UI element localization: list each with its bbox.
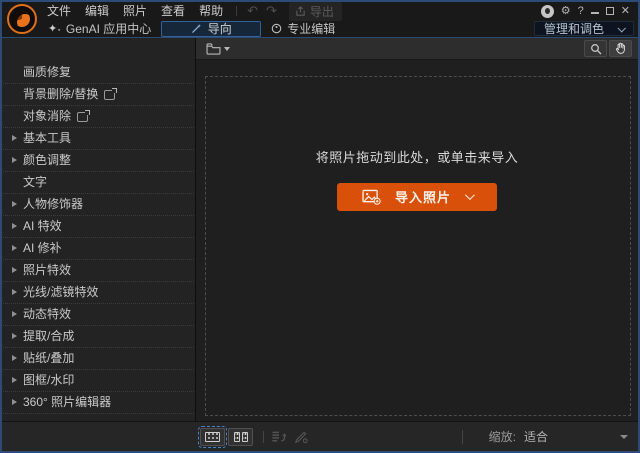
expand-triangle-icon [12,311,17,317]
single-view-icon [205,431,220,442]
expand-triangle-icon [12,223,17,229]
expand-triangle-icon [12,355,17,361]
chevron-down-icon [464,190,475,201]
drop-hint-text: 将照片拖动到此处，或单击来导入 [315,149,519,165]
sidebar-item-label: 背景删除/替换 [23,87,99,101]
app-logo-icon [7,4,37,34]
expand-triangle-icon [12,201,17,207]
zoom-level-dropdown[interactable]: 适合 [524,428,628,445]
status-bar: 缩放: 适合 [2,421,638,451]
sidebar-item-3[interactable]: 基本工具 [3,128,194,150]
sidebar-item-label: 光线/滤镜特效 [23,285,99,299]
menu-item-2[interactable]: 照片 [116,2,154,20]
expand-triangle-icon [12,135,17,141]
guided-modules-sidebar: 画质修复背景删除/替换 对象消除基本工具颜色调整文字人物修饰器 AI 特效 AI 修补… [2,38,196,421]
sidebar-item-10[interactable]: 光线/滤镜特效 [3,282,194,304]
sidebar-item-11[interactable]: 动态特效 [3,304,194,326]
single-view-button[interactable] [198,425,227,448]
sidebar-item-12[interactable]: 提取/合成 [3,326,194,348]
sidebar-item-6[interactable]: 人物修饰器 [3,194,194,216]
sidebar-item-2[interactable]: 对象消除 [3,106,194,128]
content-area: 将照片拖动到此处，或单击来导入 导入照片 [196,38,638,421]
import-photos-button[interactable]: 导入照片 [337,182,497,211]
menu-item-0[interactable]: 文件 [40,2,78,20]
import-photos-label: 导入照片 [394,190,451,205]
sidebar-item-label: 画质修复 [23,65,72,79]
genai-badge-icon [104,87,118,100]
sidebar-item-5[interactable]: 文字 [3,172,194,194]
sidebar-item-label: 文字 [23,175,48,189]
sidebar-item-label: 动态特效 [23,307,72,321]
photo-canvas: 将照片拖动到此处，或单击来导入 导入照片 [196,60,638,421]
zoom-control: 缩放: 适合 [461,428,628,445]
sidebar-item-14[interactable]: 图框/水印 [3,370,194,392]
divider [461,429,463,444]
sidebar-item-label: 人物修饰器 [23,197,84,211]
sidebar-item-4[interactable]: 颜色调整 [3,150,194,172]
brush-edit-icon [294,430,308,443]
sidebar-item-9[interactable]: 照片特效 [3,260,194,282]
divider [263,430,264,443]
photodirector-window: 文件 编辑 照片 查看 帮助 ↶ ↷ 导出 ⚙ ? ✕ ✦˖ GenAI 应用中… [0,0,640,453]
genai-hub-button[interactable]: ✦˖ GenAI 应用中心 [40,21,159,37]
image-import-icon [362,189,381,205]
sidebar-item-label: 贴纸/叠加 [23,351,75,365]
sidebar-item-13[interactable]: 贴纸/叠加 [3,348,194,370]
sidebar-item-1[interactable]: 背景删除/替换 [3,84,194,106]
sidebar-item-0[interactable]: 画质修复 [3,62,194,84]
sidebar-item-8[interactable]: AI 修补 [3,238,194,260]
chevron-down-icon [620,434,628,439]
sidebar-item-15[interactable]: 360° 照片编辑器 [3,392,194,414]
expand-triangle-icon [12,333,17,339]
expand-triangle-icon [12,245,17,251]
genai-hub-label: GenAI 应用中心 [65,22,152,36]
expand-triangle-icon [12,377,17,383]
expand-triangle-icon [12,267,17,273]
sidebar-item-label: AI 修补 [23,241,62,255]
sidebar-item-label: 提取/合成 [23,329,75,343]
sidebar-item-label: 基本工具 [23,131,72,145]
zoom-label: 缩放: [488,430,516,444]
expand-triangle-icon [12,157,17,163]
sparkles-icon: ✦˖ [48,23,61,35]
expand-triangle-icon [12,289,17,295]
sidebar-item-label: 图框/水印 [23,373,75,387]
sidebar-item-label: 360° 照片编辑器 [23,395,112,409]
menu-item-1[interactable]: 编辑 [78,2,116,20]
menu-item-3[interactable]: 查看 [154,2,192,20]
stack-order-icon [272,431,286,441]
genai-badge-icon [77,109,91,122]
expand-triangle-icon [12,399,17,405]
sidebar-item-label: 对象消除 [23,109,72,123]
sidebar-item-label: AI 特效 [23,219,62,233]
compare-view-button[interactable] [228,427,253,446]
compare-view-icon [233,431,248,442]
sidebar-item-7[interactable]: AI 特效 [3,216,194,238]
sidebar-item-label: 照片特效 [23,263,72,277]
zoom-level-value: 适合 [524,430,549,444]
sidebar-item-label: 颜色调整 [23,153,72,167]
